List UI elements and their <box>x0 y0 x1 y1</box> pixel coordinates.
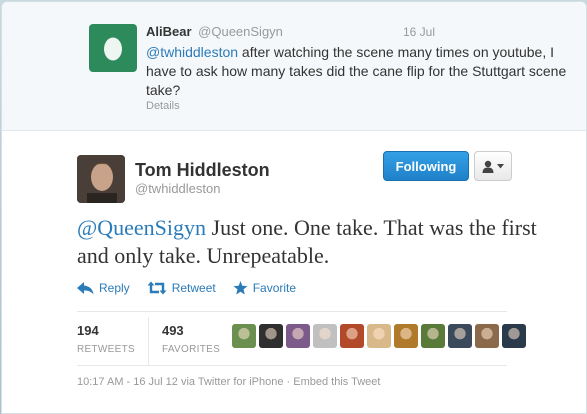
favoriter-avatar[interactable] <box>421 324 445 348</box>
author-avatar[interactable] <box>77 155 125 203</box>
reply-label: Reply <box>99 281 130 295</box>
reply-to-mention-link[interactable]: @twhiddleston <box>146 44 238 60</box>
favorites-count: 493 <box>161 323 184 338</box>
default-egg-avatar[interactable] <box>89 24 137 72</box>
author-photo <box>77 155 125 203</box>
star-icon <box>233 281 248 295</box>
tweet-text: @QueenSigyn Just one. One take. That was… <box>77 214 547 270</box>
tweet-stats: 194 RETWEETS 493 FAVORITES <box>77 317 233 365</box>
favoriter-avatars <box>232 324 526 348</box>
details-link[interactable]: Details <box>146 100 180 112</box>
favorite-action[interactable]: Favorite <box>233 279 296 297</box>
favoriter-avatar[interactable] <box>394 324 418 348</box>
reply-to-handle[interactable]: @QueenSigyn <box>198 24 283 39</box>
divider <box>77 311 507 312</box>
reply-action[interactable]: Reply <box>77 279 130 297</box>
favoriter-avatar[interactable] <box>232 324 256 348</box>
favorites-stat[interactable]: 493 FAVORITES <box>147 317 233 365</box>
favoriter-avatar[interactable] <box>367 324 391 348</box>
favoriter-avatar[interactable] <box>313 324 337 348</box>
tweet-card: AliBear @QueenSigyn 16 Jul @twhiddleston… <box>1 1 587 414</box>
divider <box>77 365 507 366</box>
reply-to-header: AliBear @QueenSigyn <box>146 24 283 39</box>
favoriter-avatar[interactable] <box>475 324 499 348</box>
author-handle[interactable]: @twhiddleston <box>135 181 220 196</box>
tweet-mention-link[interactable]: @QueenSigyn <box>77 215 206 240</box>
favoriter-avatar[interactable] <box>448 324 472 348</box>
retweets-stat[interactable]: 194 RETWEETS <box>77 317 148 365</box>
retweet-action[interactable]: Retweet <box>147 279 216 297</box>
retweet-icon <box>147 281 167 295</box>
reply-to-name[interactable]: AliBear <box>146 24 192 39</box>
reply-arrow-icon <box>77 281 94 294</box>
favorites-label: FAVORITES <box>161 344 221 355</box>
author-name[interactable]: Tom Hiddleston <box>135 160 270 181</box>
tweet-actions: Reply Retweet Favorite <box>77 279 296 297</box>
egg-icon <box>104 37 122 61</box>
caret-down-icon <box>497 163 504 168</box>
retweets-count: 194 <box>77 323 99 338</box>
following-button[interactable]: Following <box>383 151 469 181</box>
tweet-metadata[interactable]: 10:17 AM - 16 Jul 12 via Twitter for iPh… <box>77 376 380 388</box>
favoriter-avatar[interactable] <box>286 324 310 348</box>
user-actions-button[interactable] <box>474 151 512 181</box>
reply-to-date[interactable]: 16 Jul <box>403 25 435 39</box>
reply-to-tweet[interactable]: AliBear @QueenSigyn 16 Jul @twhiddleston… <box>2 2 586 131</box>
favoriter-avatar[interactable] <box>259 324 283 348</box>
retweets-label: RETWEETS <box>77 344 135 355</box>
favorite-label: Favorite <box>252 281 297 295</box>
retweet-label: Retweet <box>171 281 216 295</box>
user-icon <box>482 160 494 173</box>
favoriter-avatar[interactable] <box>340 324 364 348</box>
reply-to-text: @twhiddleston after watching the scene m… <box>146 43 576 100</box>
favoriter-avatar[interactable] <box>502 324 526 348</box>
